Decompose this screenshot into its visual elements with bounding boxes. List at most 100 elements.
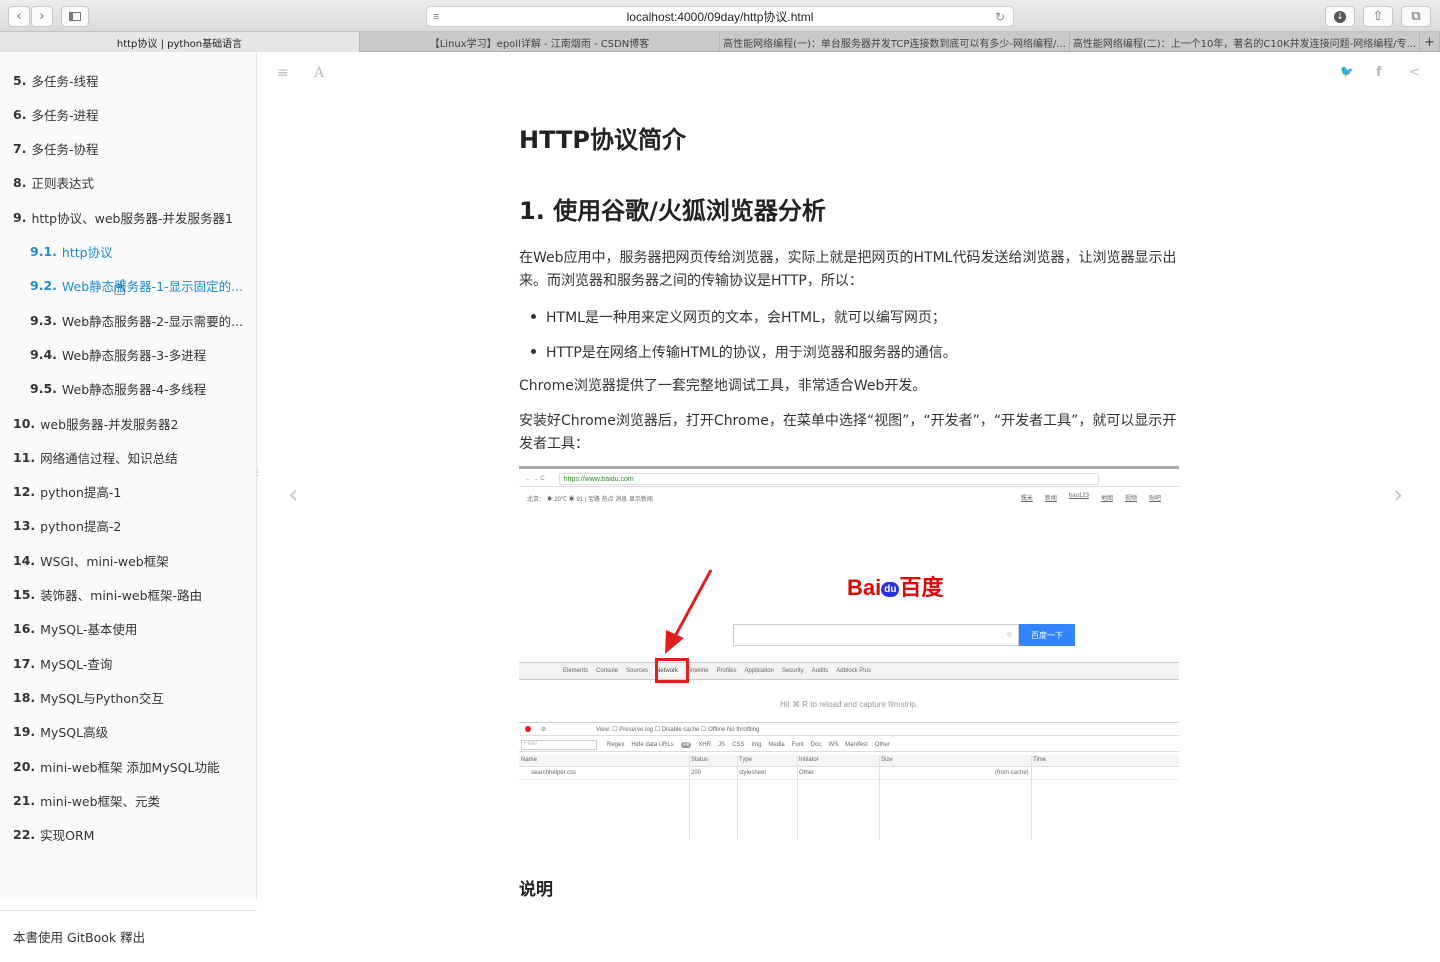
sidebar-item-label: 多任务-进程 xyxy=(31,107,99,123)
sidebar-item-label: mini-web框架 添加MySQL功能 xyxy=(40,759,220,775)
sidebar-item[interactable]: 11. 网络通信过程、知识总结 xyxy=(0,440,257,474)
logo-paw-icon: du xyxy=(881,581,900,597)
sidebar-item[interactable]: 17. MySQL-查询 xyxy=(0,646,257,680)
tab-bar: http协议 | python基础语言 【Linux学习】epoll详解 - 江… xyxy=(0,32,1440,52)
sidebar-item-number: 14. xyxy=(13,552,36,568)
sidebar-item[interactable]: 6. 多任务-进程 xyxy=(0,97,257,131)
sidebar-item-number: 22. xyxy=(13,827,36,843)
tab-label: 【Linux学习】epoll详解 - 江南烟雨 - CSDN博客 xyxy=(429,38,650,50)
sidebar-item-label: MySQL-基本使用 xyxy=(40,622,138,638)
mouse-cursor-icon: ☝ xyxy=(113,276,127,301)
sidebar-item-number: 15. xyxy=(13,587,36,602)
sidebar-item[interactable]: 16. MySQL-基本使用 xyxy=(0,612,257,646)
shot-search-input: ◎ xyxy=(733,624,1019,646)
network-cell: 200 xyxy=(691,770,702,776)
downloads-button[interactable]: ↓ xyxy=(1325,6,1355,27)
sidebar-item[interactable]: 9.1. http协议 xyxy=(0,235,257,269)
reader-icon: ≡ xyxy=(433,10,440,23)
grid-line xyxy=(797,755,798,839)
sidebar-item-label: 正则表达式 xyxy=(31,176,94,192)
previous-page-arrow[interactable]: ‹ xyxy=(288,480,298,510)
sidebar-item[interactable]: 19. MySQL高级 xyxy=(0,715,257,749)
sidebar-item-label: MySQL与Python交互 xyxy=(40,690,164,706)
tab-network-1[interactable]: 高性能网络编程(一)：单台服务器并发TCP连接数到底可以有多少-网络编程/... xyxy=(720,32,1070,52)
menu-icon[interactable]: ≡ xyxy=(277,65,289,81)
forward-button[interactable]: › xyxy=(31,6,53,27)
browser-titlebar: ‹ › ≡ localhost:4000/09day/http协议.html ↻… xyxy=(0,0,1440,32)
filter-input: Filter xyxy=(521,739,597,750)
sidebar-item-label: MySQL-查询 xyxy=(40,656,113,672)
tab-epoll[interactable]: 【Linux学习】epoll详解 - 江南烟雨 - CSDN博客 xyxy=(360,32,720,52)
sidebar-item[interactable]: 9.4. Web静态服务器-3-多进程 xyxy=(0,337,257,371)
tab-network-2[interactable]: 高性能网络编程(二)：上一个10年，著名的C10K并发连接问题-网络编程/专..… xyxy=(1070,32,1420,52)
sidebar-item[interactable]: 9.3. Web静态服务器-2-显示需要的... xyxy=(0,303,257,337)
share-button[interactable]: ⇧ xyxy=(1363,6,1393,27)
filter-type: All xyxy=(680,741,692,748)
network-column-header: Name xyxy=(521,757,538,763)
font-settings-icon[interactable]: A xyxy=(314,65,324,81)
grid-line xyxy=(689,755,690,839)
sidebar-item[interactable]: 9. http协议、web服务器-并发服务器1 xyxy=(0,200,257,234)
devtools-tab: Sources xyxy=(626,668,649,674)
devtools-tab: Adblock Plus xyxy=(836,668,871,674)
twitter-icon[interactable]: 🐦 xyxy=(1340,65,1354,78)
sidebar-item-number: 18. xyxy=(13,689,36,705)
sidebar-item-number: 8. xyxy=(13,175,27,191)
sidebar-item[interactable]: 15. 装饰器、mini-web框架-路由 xyxy=(0,578,257,612)
tab-label: 高性能网络编程(二)：上一个10年，著名的C10K并发连接问题-网络编程/专..… xyxy=(1072,38,1417,50)
tabs-overview-button[interactable]: ⧉ xyxy=(1401,6,1431,27)
page-title: HTTP协议简介 xyxy=(519,126,686,154)
sidebar-item[interactable]: 8. 正则表达式 xyxy=(0,166,257,200)
sidebar-item[interactable]: 22. 实现ORM xyxy=(0,818,257,852)
shot-link: 地图 xyxy=(1100,496,1113,502)
shot-link: 视频 xyxy=(1124,496,1137,502)
network-toolbar-text: View: ☐ Preserve log ☐ Disable cache ☐ O… xyxy=(596,726,760,733)
filter-type: XHR xyxy=(698,741,712,748)
sidebar-toggle-button[interactable] xyxy=(61,6,89,27)
sidebar-item-number: 13. xyxy=(13,518,36,534)
network-column-headers: Name Status Type Initiator Size Time xyxy=(519,755,1179,767)
devtools-tab: Elements xyxy=(563,668,589,674)
sidebar-item-label: web服务器-并发服务器2 xyxy=(40,416,179,432)
sidebar-item[interactable]: 13. python提高-2 xyxy=(0,509,257,543)
sidebar-item[interactable]: 18. MySQL与Python交互 xyxy=(0,680,257,714)
sidebar-item-number: 11. xyxy=(13,449,36,465)
sidebar-item[interactable]: 14. WSGI、mini-web框架 xyxy=(0,543,257,577)
address-bar[interactable]: ≡ localhost:4000/09day/http协议.html ↻ xyxy=(426,6,1014,27)
reload-icon[interactable]: ↻ xyxy=(995,10,1005,24)
sidebar-item[interactable]: 5. 多任务-线程 xyxy=(0,63,257,97)
gitbook-footer[interactable]: 本書使用 GitBook 釋出 xyxy=(0,910,257,962)
sidebar-item[interactable]: 9.5. Web静态服务器-4-多线程 xyxy=(0,372,257,406)
sidebar-item[interactable]: 21. mini-web框架、元类 xyxy=(0,783,257,817)
devtools-tab: Audits xyxy=(811,668,829,674)
filter-type: Hide data URLs xyxy=(631,741,674,748)
devtools-tab: Console xyxy=(596,668,619,674)
sidebar-item-number: 21. xyxy=(13,792,36,808)
facebook-icon[interactable]: f xyxy=(1376,65,1382,80)
sidebar-item[interactable]: 10. web服务器-并发服务器2 xyxy=(0,406,257,440)
new-tab-button[interactable]: + xyxy=(1420,32,1440,52)
shot-nav-icons: ← → C xyxy=(525,475,545,482)
sidebar-item-label: 多任务-协程 xyxy=(31,142,99,158)
shot-link: 糯米 xyxy=(1020,496,1033,502)
grid-line xyxy=(1031,755,1032,839)
sidebar-item[interactable]: 7. 多任务-协程 xyxy=(0,132,257,166)
sidebar-icon xyxy=(69,12,81,21)
section-heading: 1. 使用谷歌/火狐浏览器分析 xyxy=(519,197,826,225)
sidebar-item[interactable]: 12. python提高-1 xyxy=(0,475,257,509)
network-column-header: Size xyxy=(881,757,893,763)
chrome-paragraph: Chrome浏览器提供了一套完整地调试工具，非常适合Web开发。 xyxy=(519,378,927,394)
next-page-arrow[interactable]: › xyxy=(1393,480,1403,510)
tab-http[interactable]: http协议 | python基础语言 xyxy=(0,32,360,52)
sidebar-item[interactable]: 20. mini-web框架 添加MySQL功能 xyxy=(0,749,257,783)
baidu-logo: Bai du 百度 xyxy=(847,570,943,602)
back-button[interactable]: ‹ xyxy=(8,6,30,27)
clear-icon: ⊘ xyxy=(541,726,547,733)
share-icon[interactable]: < xyxy=(1409,65,1420,80)
shot-top-border xyxy=(519,466,1179,469)
sidebar-item-number: 6. xyxy=(13,106,27,122)
sidebar-item[interactable]: 9.2. Web静态服务器-1-显示固定的... xyxy=(0,269,257,303)
install-paragraph: 安装好Chrome浏览器后，打开Chrome，在菜单中选择“视图”，“开发者”，… xyxy=(519,413,1177,452)
shot-weather: 北京： ☀ 20℃ ◉ 91 | 宝路 热点 消息 显示新闻 xyxy=(527,497,653,503)
filter-type: Font xyxy=(791,741,804,748)
